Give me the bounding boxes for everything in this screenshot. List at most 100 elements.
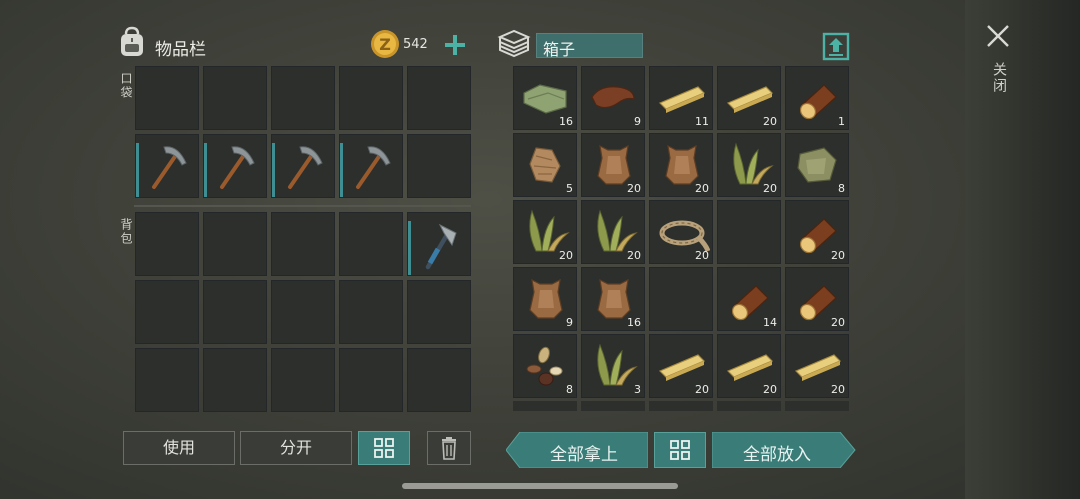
item-quantity: 11 bbox=[695, 115, 709, 128]
backpack-slot[interactable] bbox=[271, 212, 335, 276]
pocket-slot[interactable] bbox=[271, 66, 335, 130]
durability-bar bbox=[340, 143, 343, 197]
box-slot[interactable]: 20 bbox=[513, 200, 577, 264]
item-quantity: 20 bbox=[627, 249, 641, 262]
put-all-label: 全部放入 bbox=[743, 445, 811, 465]
box-slot[interactable] bbox=[649, 267, 713, 331]
box-slot[interactable]: 20 bbox=[717, 66, 781, 130]
box-slot[interactable]: 20 bbox=[581, 133, 645, 197]
item-quantity: 20 bbox=[763, 115, 777, 128]
backpack-slot[interactable] bbox=[135, 280, 199, 344]
take-all-button[interactable]: 全部拿上 bbox=[506, 432, 648, 468]
sort-inventory-button[interactable] bbox=[358, 431, 410, 465]
item-quantity: 9 bbox=[566, 316, 573, 329]
backpack-slot[interactable] bbox=[407, 280, 471, 344]
box-slot[interactable]: 3 bbox=[581, 334, 645, 398]
put-all-button[interactable]: 全部放入 bbox=[712, 432, 856, 468]
backpack-slot[interactable] bbox=[135, 212, 199, 276]
backpack-label: 背包 bbox=[119, 218, 133, 246]
backpack-slot[interactable] bbox=[339, 212, 403, 276]
close-icon bbox=[987, 25, 1009, 47]
durability-bar bbox=[272, 143, 275, 197]
backpack-slot[interactable] bbox=[203, 348, 267, 412]
durability-bar bbox=[408, 221, 411, 275]
home-indicator[interactable] bbox=[402, 483, 678, 489]
box-upload-button[interactable] bbox=[822, 31, 850, 61]
backpack-slot[interactable] bbox=[339, 348, 403, 412]
durability-bar bbox=[136, 143, 139, 197]
close-button[interactable]: 关闭 bbox=[980, 20, 1016, 104]
box-slot[interactable]: 8 bbox=[513, 334, 577, 398]
box-slot[interactable]: 5 bbox=[513, 133, 577, 197]
box-slot[interactable]: 20 bbox=[717, 133, 781, 197]
backpack-slot[interactable] bbox=[407, 348, 471, 412]
box-slot[interactable]: 16 bbox=[581, 267, 645, 331]
item-quantity: 20 bbox=[831, 249, 845, 262]
box-slot[interactable]: 9 bbox=[513, 267, 577, 331]
plus-icon bbox=[445, 35, 465, 55]
item-quantity: 16 bbox=[627, 316, 641, 329]
backpack-slot[interactable] bbox=[203, 212, 267, 276]
box-slot[interactable]: 20 bbox=[785, 200, 849, 264]
grid-icon bbox=[670, 440, 690, 460]
durability-bar bbox=[204, 143, 207, 197]
box-slot[interactable] bbox=[717, 200, 781, 264]
sort-box-button[interactable] bbox=[654, 432, 706, 468]
pocket-slot[interactable] bbox=[271, 134, 335, 198]
item-quantity: 8 bbox=[566, 383, 573, 396]
inventory-title: 物品栏 bbox=[155, 40, 206, 60]
pocket-label: 口袋 bbox=[119, 72, 133, 100]
pocket-slot[interactable] bbox=[339, 134, 403, 198]
backpack-slot[interactable] bbox=[407, 212, 471, 276]
box-slot[interactable]: 1 bbox=[785, 66, 849, 130]
add-coins-button[interactable] bbox=[441, 31, 469, 59]
pocket-slot[interactable] bbox=[203, 66, 267, 130]
split-button[interactable]: 分开 bbox=[240, 431, 352, 465]
box-slot[interactable]: 9 bbox=[581, 66, 645, 130]
backpack-slot[interactable] bbox=[203, 280, 267, 344]
item-quantity: 20 bbox=[831, 383, 845, 396]
box-icon bbox=[497, 28, 531, 60]
item-quantity: 5 bbox=[566, 182, 573, 195]
pocket-slot[interactable] bbox=[407, 134, 471, 198]
box-slot[interactable]: 20 bbox=[581, 200, 645, 264]
backpack-slot[interactable] bbox=[135, 348, 199, 412]
box-slot[interactable]: 20 bbox=[649, 133, 713, 197]
box-row-peek bbox=[649, 401, 713, 411]
box-slot[interactable]: 11 bbox=[649, 66, 713, 130]
item-quantity: 9 bbox=[634, 115, 641, 128]
item-quantity: 14 bbox=[763, 316, 777, 329]
trash-icon bbox=[442, 437, 456, 460]
trash-button[interactable] bbox=[427, 431, 471, 465]
pocket-slot[interactable] bbox=[339, 66, 403, 130]
item-quantity: 20 bbox=[695, 182, 709, 195]
box-slot[interactable]: 16 bbox=[513, 66, 577, 130]
section-divider bbox=[134, 205, 471, 207]
box-title-field[interactable]: 箱子 bbox=[536, 33, 643, 59]
svg-text:Z: Z bbox=[379, 35, 391, 54]
backpack-slot[interactable] bbox=[271, 348, 335, 412]
box-slot[interactable]: 8 bbox=[785, 133, 849, 197]
item-quantity: 1 bbox=[838, 115, 845, 128]
use-button[interactable]: 使用 bbox=[123, 431, 235, 465]
box-row-peek bbox=[785, 401, 849, 411]
box-slot[interactable]: 14 bbox=[717, 267, 781, 331]
box-slot[interactable]: 20 bbox=[717, 334, 781, 398]
backpack-icon bbox=[117, 26, 147, 58]
box-slot[interactable]: 20 bbox=[649, 334, 713, 398]
box-slot[interactable]: 20 bbox=[649, 200, 713, 264]
pocket-slot[interactable] bbox=[203, 134, 267, 198]
backpack-slot[interactable] bbox=[271, 280, 335, 344]
pocket-slot[interactable] bbox=[135, 134, 199, 198]
box-slot[interactable]: 20 bbox=[785, 334, 849, 398]
item-quantity: 20 bbox=[559, 249, 573, 262]
coin-icon: Z bbox=[370, 29, 400, 59]
box-row-peek bbox=[581, 401, 645, 411]
item-quantity: 16 bbox=[559, 115, 573, 128]
pocket-slot[interactable] bbox=[407, 66, 471, 130]
box-row-peek bbox=[513, 401, 577, 411]
pocket-slot[interactable] bbox=[135, 66, 199, 130]
item-quantity: 20 bbox=[763, 182, 777, 195]
backpack-slot[interactable] bbox=[339, 280, 403, 344]
box-slot[interactable]: 20 bbox=[785, 267, 849, 331]
